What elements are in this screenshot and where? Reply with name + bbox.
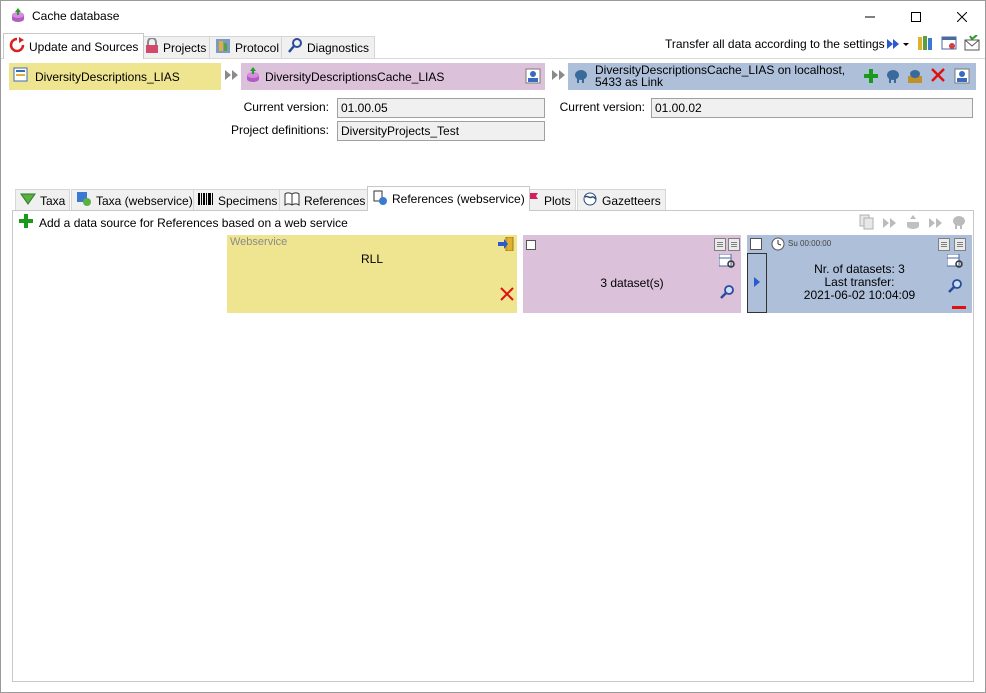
postgres-database-box[interactable]: DiversityDescriptionsCache_LIAS on local…	[568, 63, 976, 90]
cache-transfer-icon[interactable]	[905, 214, 921, 230]
elephant-package-icon[interactable]	[907, 68, 923, 87]
main-tab-divider	[1, 58, 985, 59]
source-database-name: DiversityDescriptions_LIAS	[35, 69, 180, 84]
arrow-right-icon	[225, 69, 239, 84]
search-icon[interactable]	[719, 284, 735, 303]
subtab-references[interactable]: References	[279, 189, 371, 211]
project-definitions-field: DiversityProjects_Test	[337, 121, 545, 141]
stethoscope-icon	[287, 38, 303, 57]
window-title: Cache database	[32, 9, 120, 23]
transfer-all-label: Transfer all data according to the setti…	[665, 37, 885, 51]
user-settings-icon[interactable]	[954, 68, 970, 87]
open-icon[interactable]	[498, 236, 514, 254]
title-bar: Cache database	[1, 1, 985, 32]
tab-diagnostics[interactable]: Diagnostics	[281, 36, 376, 58]
close-icon	[957, 11, 967, 22]
postgres-select-checkbox[interactable]	[750, 238, 762, 250]
close-button[interactable]	[939, 1, 985, 32]
postgres-database-name: DiversityDescriptionsCache_LIAS on local…	[595, 63, 846, 89]
remove-bar-icon[interactable]	[952, 306, 966, 309]
arrow-right-icon	[552, 69, 566, 84]
minimize-button[interactable]	[847, 1, 893, 32]
fast-forward-icon	[887, 38, 909, 53]
maximize-button[interactable]	[893, 1, 939, 32]
tab-projects[interactable]: Projects	[139, 36, 213, 58]
subtab-specimens[interactable]: Specimens	[193, 189, 283, 211]
delete-icon[interactable]	[931, 68, 945, 85]
webservice-card[interactable]: Webservice RLL	[227, 235, 517, 313]
transfer-all-button[interactable]	[886, 37, 910, 53]
books-icon	[917, 35, 933, 54]
add-icon[interactable]	[863, 68, 879, 87]
project-definitions-label: Project definitions:	[230, 123, 329, 137]
subtab-gazetteers[interactable]: Gazetteers	[577, 189, 666, 211]
refresh-icon	[9, 37, 25, 56]
database-icon	[13, 67, 29, 86]
taxa-webservice-icon	[76, 191, 92, 210]
copy-icon[interactable]	[859, 214, 875, 230]
cache-database-name: DiversityDescriptionsCache_LIAS	[265, 69, 445, 84]
barcode-icon	[198, 193, 214, 208]
transfer-forward-icon[interactable]	[928, 215, 944, 231]
elephant-connect-icon[interactable]	[885, 68, 901, 87]
view-table-icon[interactable]	[718, 253, 735, 271]
current-version-label: Current version:	[243, 100, 329, 114]
cache-dataset-count: 3 dataset(s)	[600, 276, 664, 290]
document-settings-icon[interactable]	[728, 238, 740, 251]
lock-icon	[145, 37, 159, 57]
pg-last-transfer-time: 2021-06-02 10:04:09	[803, 288, 916, 302]
calendar-icon	[941, 35, 957, 54]
globe-icon	[582, 191, 598, 210]
elephant-icon	[573, 68, 589, 87]
book-toolbar-button[interactable]	[917, 35, 933, 54]
user-settings-icon[interactable]	[525, 68, 541, 87]
document-icon[interactable]	[938, 238, 950, 251]
transfer-to-postgres-button[interactable]	[747, 253, 767, 313]
subtab-references-webservice[interactable]: References (webservice)	[367, 186, 530, 211]
subtab-taxa-webservice[interactable]: Taxa (webservice)	[71, 189, 198, 211]
webservice-name: RLL	[360, 252, 383, 266]
transfer-forward-icon[interactable]	[882, 215, 898, 231]
remove-icon[interactable]	[500, 287, 514, 304]
cache-card[interactable]: 3 dataset(s)	[523, 235, 741, 313]
cache-database-window: Cache database Update and Sources Projec…	[0, 0, 986, 693]
references-webservice-icon	[372, 190, 388, 209]
document-settings-icon[interactable]	[954, 238, 966, 251]
tab-update-and-sources[interactable]: Update and Sources	[3, 33, 145, 59]
postgres-current-version-label: Current version:	[559, 100, 645, 114]
cache-database-app-icon	[10, 8, 26, 24]
tab-protocol[interactable]: Protocol	[209, 36, 286, 58]
book-icon	[284, 192, 300, 209]
cache-database-icon	[245, 67, 261, 86]
play-icon	[754, 276, 760, 290]
cache-select-checkbox[interactable]	[526, 240, 536, 250]
mail-toolbar-button[interactable]	[964, 33, 980, 54]
taxa-icon	[20, 192, 36, 209]
cache-database-box[interactable]: DiversityDescriptionsCache_LIAS	[241, 63, 545, 90]
clock-icon	[771, 237, 785, 254]
webservice-caption: Webservice	[230, 236, 288, 248]
source-database-box[interactable]: DiversityDescriptions_LIAS	[9, 63, 221, 90]
schedule-toolbar-button[interactable]	[941, 36, 957, 52]
add-data-source-button[interactable]: Add a data source for References based o…	[19, 214, 348, 231]
search-icon[interactable]	[947, 278, 963, 297]
subtab-taxa[interactable]: Taxa	[15, 189, 71, 211]
postgres-current-version-field: 01.00.02	[651, 98, 973, 118]
minimize-icon	[865, 16, 875, 17]
mail-icon	[964, 33, 980, 54]
add-icon	[19, 214, 33, 231]
postgres-card[interactable]: Su 00:00:00 Nr. of datasets: 3 Last tran…	[747, 235, 972, 313]
document-icon[interactable]	[714, 238, 726, 251]
maximize-icon	[911, 11, 921, 22]
schedule-time: Su 00:00:00	[788, 239, 832, 248]
elephant-icon[interactable]	[951, 214, 967, 230]
source-current-version-field: 01.00.05	[337, 98, 545, 118]
protocol-icon	[215, 38, 231, 57]
